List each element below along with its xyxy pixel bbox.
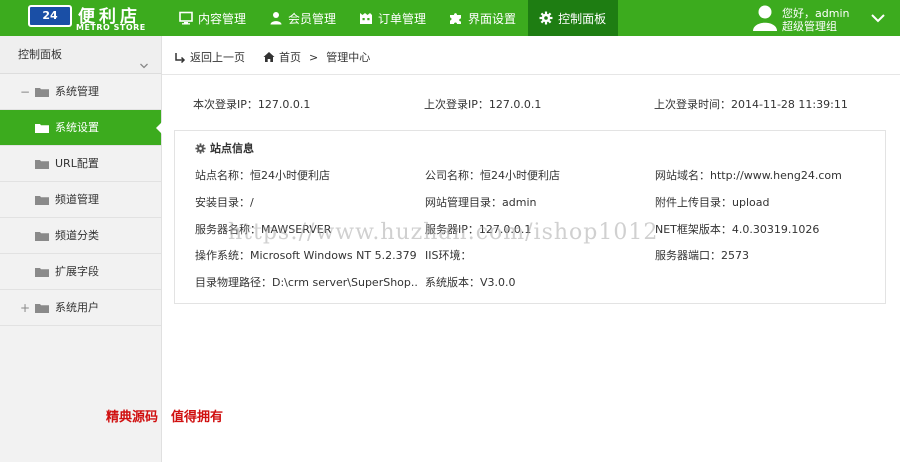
expand-toggle[interactable]: + bbox=[20, 290, 30, 326]
sidebar-item-system-management[interactable]: − 系统管理 bbox=[0, 74, 161, 110]
sidebar-item-label: 频道管理 bbox=[55, 193, 99, 206]
nav-members-label: 会员管理 bbox=[288, 11, 337, 26]
panel-title-text: 站点信息 bbox=[210, 142, 254, 155]
nav-interface[interactable]: 界面设置 bbox=[438, 0, 528, 36]
sidebar-item-label: 系统设置 bbox=[55, 121, 99, 134]
gear-icon bbox=[195, 142, 206, 154]
chevron-down-icon[interactable] bbox=[870, 10, 886, 26]
sidebar-item-label: 系统管理 bbox=[55, 85, 99, 98]
home-link[interactable]: 首页 bbox=[279, 49, 301, 65]
install-dir: 安装目录：/ bbox=[195, 196, 254, 209]
panel-title: 站点信息 bbox=[195, 140, 254, 156]
logo-badge: 24 bbox=[28, 5, 72, 27]
last-login-time: 上次登录时间：2014-11-28 11:39:11 bbox=[654, 98, 848, 111]
nav-content[interactable]: 内容管理 bbox=[168, 0, 258, 36]
sidebar: 控制面板 − 系统管理 系统设置 URL配置 频道管理 频道分类 扩展字段 + … bbox=[0, 36, 162, 462]
this-login-ip: 本次登录IP：127.0.0.1 bbox=[193, 98, 311, 111]
user-menu[interactable]: 您好，admin 超级管理组 bbox=[752, 2, 900, 34]
sidebar-item-label: 频道分类 bbox=[55, 229, 99, 242]
site-name: 站点名称：恒24小时便利店 bbox=[195, 169, 330, 182]
sidebar-item-label: 扩展字段 bbox=[55, 265, 99, 278]
promo-text: 精典源码 值得拥有 bbox=[106, 410, 224, 425]
back-arrow-icon bbox=[174, 51, 186, 63]
nav-control-panel[interactable]: 控制面板 bbox=[528, 0, 619, 36]
nav-content-label: 内容管理 bbox=[198, 11, 247, 26]
main-nav: 内容管理 会员管理 订单管理 界面设置 控制面板 bbox=[168, 0, 619, 36]
home-icon bbox=[263, 51, 275, 63]
company-name: 公司名称：恒24小时便利店 bbox=[425, 169, 560, 182]
site-domain: 网站域名：http://www.heng24.com bbox=[655, 169, 842, 182]
puzzle-icon bbox=[449, 11, 463, 25]
os-info: 操作系统：Microsoft Windows NT 5.2.379... bbox=[195, 249, 417, 262]
sidebar-header[interactable]: 控制面板 bbox=[0, 36, 161, 74]
system-version: 系统版本：V3.0.0 bbox=[425, 276, 516, 289]
server-port: 服务器端口：2573 bbox=[655, 249, 749, 262]
upload-dir: 附件上传目录：upload bbox=[655, 196, 770, 209]
nav-control-panel-label: 控制面板 bbox=[558, 11, 607, 26]
logo[interactable]: 24 便利店 METRO STORE bbox=[28, 2, 150, 34]
sidebar-item-label: 系统用户 bbox=[55, 301, 99, 314]
admin-dir: 网站管理目录：admin bbox=[425, 196, 537, 209]
breadcrumb: 返回上一页 首页 > 管理中心 bbox=[174, 49, 370, 65]
sidebar-item-system-users[interactable]: + 系统用户 bbox=[0, 290, 161, 326]
nav-orders[interactable]: 订单管理 bbox=[348, 0, 438, 36]
folder-icon bbox=[35, 231, 49, 241]
sidebar-item-system-settings[interactable]: 系统设置 bbox=[0, 110, 162, 146]
sidebar-item-channel-management[interactable]: 频道管理 bbox=[0, 182, 161, 218]
sidebar-item-extended-fields[interactable]: 扩展字段 bbox=[0, 254, 161, 290]
net-version: NET框架版本：4.0.30319.1026 bbox=[655, 223, 820, 236]
divider bbox=[162, 74, 900, 75]
nav-interface-label: 界面设置 bbox=[468, 11, 517, 26]
watermark-text: https://www.huzhan.com/ishop1012 bbox=[228, 220, 659, 245]
folder-icon bbox=[35, 123, 49, 133]
folder-icon bbox=[35, 303, 49, 313]
top-bar: 24 便利店 METRO STORE 内容管理 会员管理 订单管理 界面设置 控… bbox=[0, 0, 900, 36]
folder-icon bbox=[35, 87, 49, 97]
last-login-ip: 上次登录IP：127.0.0.1 bbox=[424, 98, 542, 111]
sidebar-item-channel-category[interactable]: 频道分类 bbox=[0, 218, 161, 254]
gear-icon bbox=[539, 11, 553, 25]
breadcrumb-current: 管理中心 bbox=[326, 51, 371, 64]
site-info-panel: 站点信息 站点名称：恒24小时便利店 公司名称：恒24小时便利店 网站域名：ht… bbox=[174, 130, 886, 304]
orders-icon bbox=[359, 11, 373, 25]
nav-members[interactable]: 会员管理 bbox=[258, 0, 348, 36]
monitor-icon bbox=[179, 11, 193, 25]
breadcrumb-separator: > bbox=[309, 50, 319, 64]
physical-path: 目录物理路径：D:\crm server\SuperShop... bbox=[195, 276, 417, 289]
folder-icon bbox=[35, 159, 49, 169]
sidebar-item-label: URL配置 bbox=[55, 157, 99, 170]
main-content: 返回上一页 首页 > 管理中心 本次登录IP：127.0.0.1 上次登录IP：… bbox=[162, 36, 900, 462]
back-link[interactable]: 返回上一页 bbox=[190, 49, 245, 65]
folder-icon bbox=[35, 267, 49, 277]
chevron-down-icon bbox=[139, 49, 149, 69]
folder-icon bbox=[35, 195, 49, 205]
iis-env: IIS环境： bbox=[425, 249, 472, 262]
sidebar-item-url-config[interactable]: URL配置 bbox=[0, 146, 161, 182]
avatar-icon bbox=[752, 4, 778, 32]
user-icon bbox=[269, 11, 283, 25]
collapse-toggle[interactable]: − bbox=[20, 74, 30, 110]
user-role: 超级管理组 bbox=[782, 20, 837, 33]
nav-orders-label: 订单管理 bbox=[378, 11, 427, 26]
logo-subtitle: METRO STORE bbox=[76, 23, 146, 32]
sidebar-header-label: 控制面板 bbox=[18, 48, 62, 61]
